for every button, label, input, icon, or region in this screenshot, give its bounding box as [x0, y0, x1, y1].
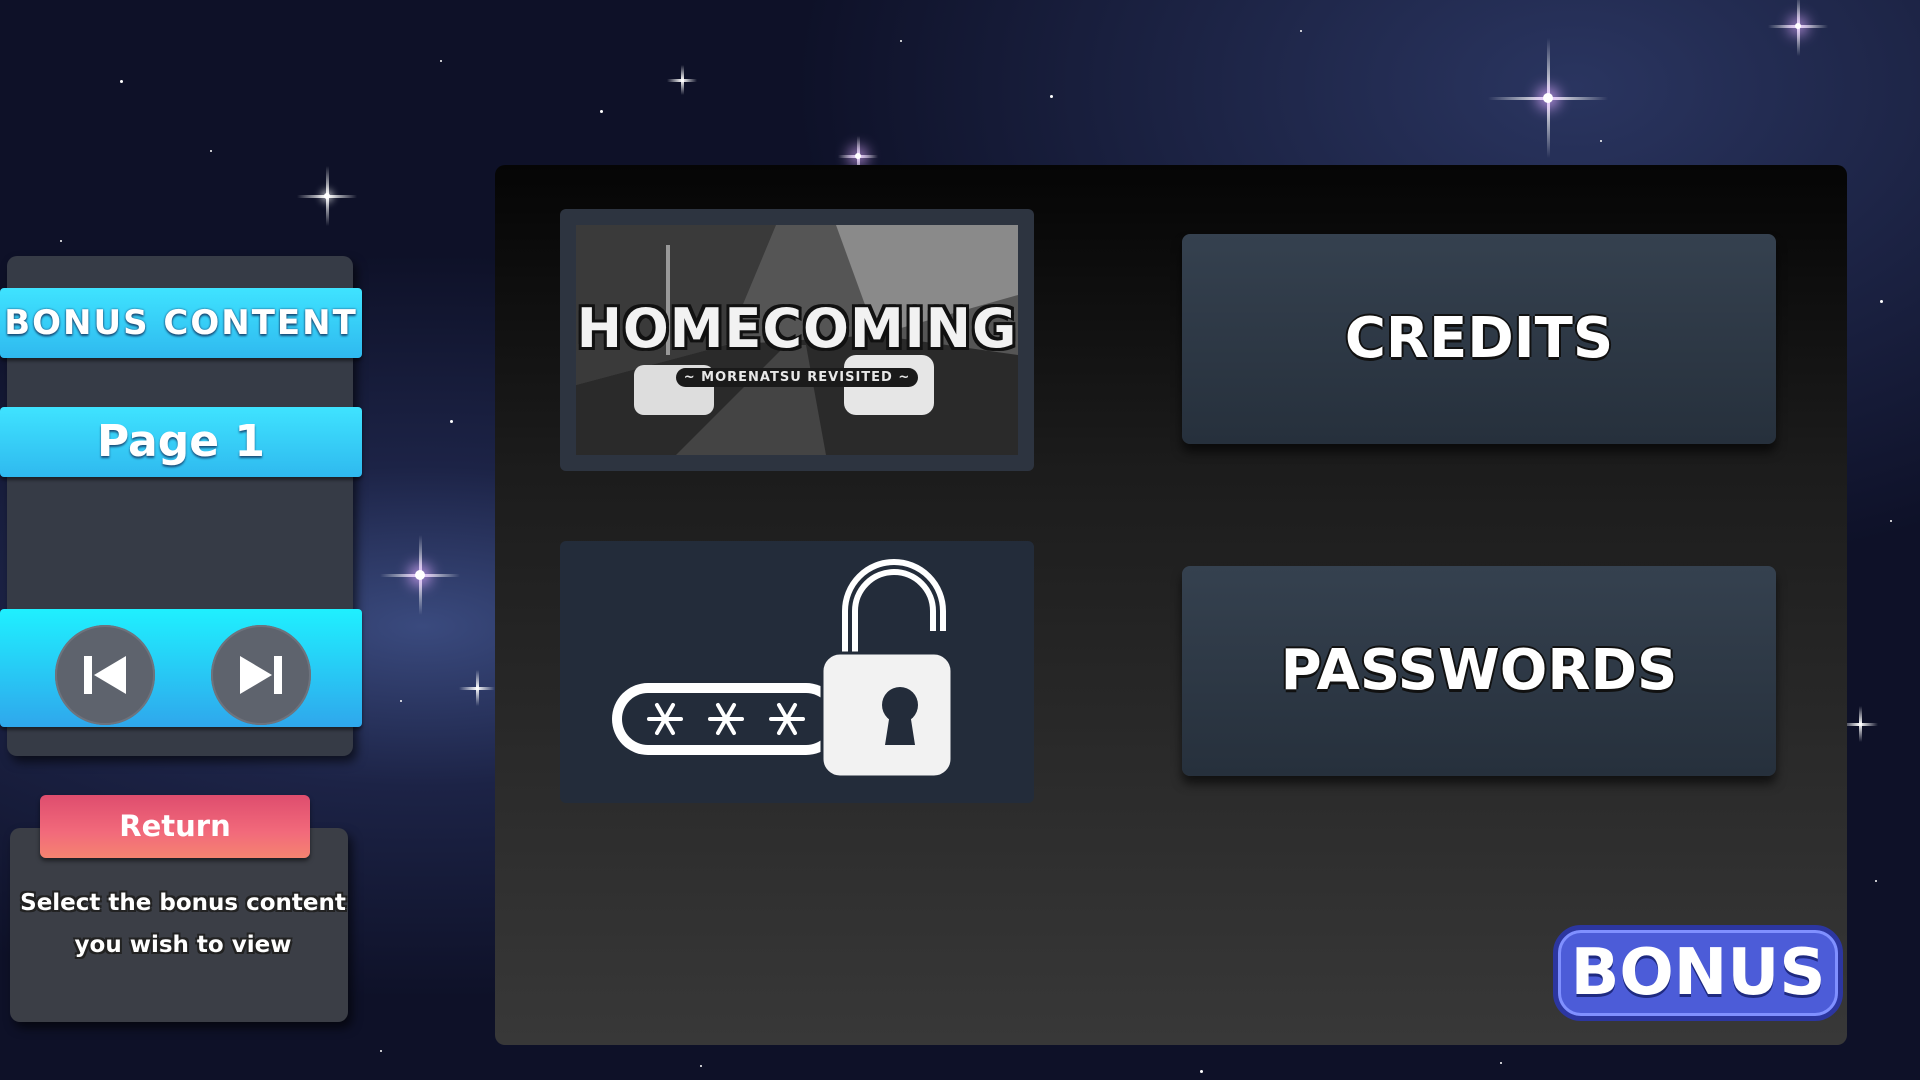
homecoming-title: HOMECOMING	[576, 297, 1018, 360]
hint-line-1: Select the bonus content	[20, 890, 346, 916]
skip-previous-icon	[84, 656, 126, 694]
hint-text: Select the bonus content you wish to vie…	[14, 882, 352, 966]
homecoming-tile[interactable]: HOMECOMING ~ MORENATSU REVISITED ~	[560, 209, 1034, 471]
homecoming-thumbnail: HOMECOMING ~ MORENATSU REVISITED ~	[576, 225, 1018, 455]
password-lock-tile[interactable]	[560, 541, 1034, 803]
page-indicator: Page 1	[0, 407, 362, 477]
hint-line-2: you wish to view	[74, 932, 292, 958]
return-button[interactable]: Return	[40, 795, 310, 858]
previous-page-button[interactable]	[55, 625, 155, 725]
credits-button[interactable]: CREDITS	[1182, 234, 1776, 444]
page-nav-bar	[0, 609, 362, 727]
skip-next-icon	[240, 656, 282, 694]
homecoming-subtitle: ~ MORENATSU REVISITED ~	[676, 368, 918, 387]
next-page-button[interactable]	[211, 625, 311, 725]
passwords-button[interactable]: PASSWORDS	[1182, 566, 1776, 776]
bonus-badge-logo: BONUS	[1553, 925, 1843, 1021]
bonus-content-title: BONUS CONTENT	[0, 288, 362, 358]
password-lock-icon	[612, 559, 954, 779]
